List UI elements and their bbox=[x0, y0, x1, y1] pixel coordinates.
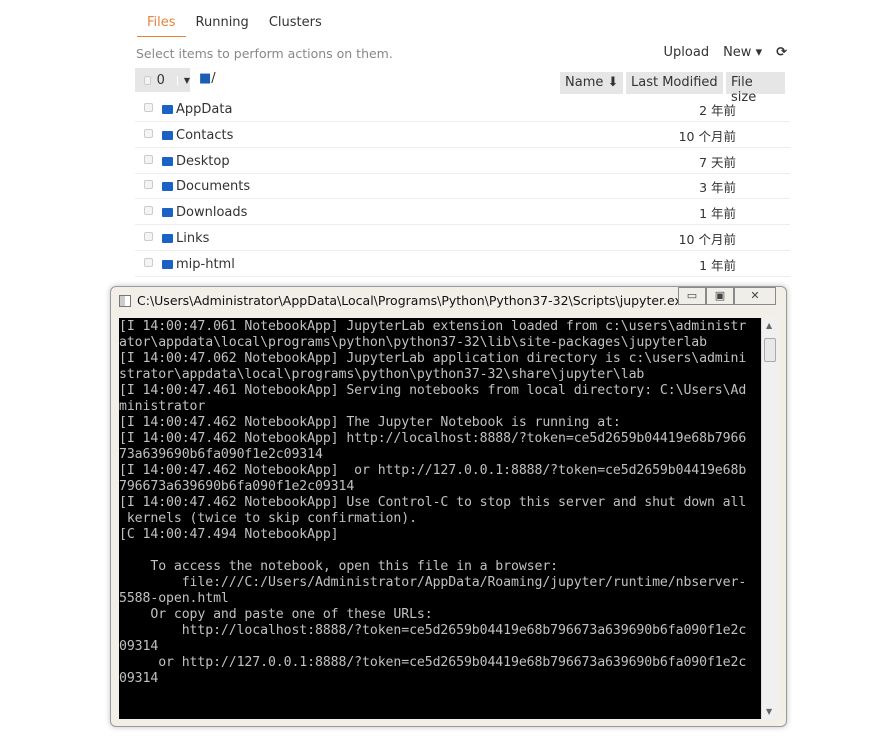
file-name-link[interactable]: AppData bbox=[176, 102, 232, 117]
folder-icon bbox=[162, 156, 173, 166]
row-checkbox[interactable] bbox=[144, 232, 153, 241]
last-modified: 10 个月前 bbox=[678, 232, 736, 247]
caret-down-icon[interactable]: ▼ bbox=[176, 75, 190, 85]
console-title: C:\Users\Administrator\AppData\Local\Pro… bbox=[137, 293, 690, 308]
select-all-dropdown[interactable]: 0 ▼ bbox=[135, 68, 190, 92]
scroll-thumb[interactable] bbox=[764, 338, 776, 362]
row-checkbox[interactable] bbox=[144, 206, 153, 216]
row-checkbox[interactable] bbox=[144, 103, 153, 112]
console-scrollbar[interactable]: ▲ ▼ bbox=[761, 318, 778, 719]
breadcrumb-root[interactable]: / bbox=[211, 71, 215, 86]
file-name-link[interactable]: mip-html bbox=[176, 257, 235, 272]
breadcrumb[interactable]: ■/ bbox=[199, 71, 216, 86]
folder-icon: ■ bbox=[199, 71, 212, 86]
file-name-link[interactable]: Links bbox=[176, 231, 209, 246]
refresh-icon[interactable]: ⟳ bbox=[776, 45, 787, 60]
minimize-button[interactable]: ▭ bbox=[678, 287, 706, 305]
file-name-link[interactable]: Downloads bbox=[176, 205, 247, 220]
last-modified: 1 年前 bbox=[699, 206, 736, 222]
row-checkbox[interactable] bbox=[144, 128, 153, 138]
selected-count: 0 bbox=[156, 72, 165, 88]
folder-icon bbox=[162, 130, 173, 140]
console-window: C:\Users\Administrator\AppData\Local\Pro… bbox=[110, 286, 787, 727]
folder-icon bbox=[162, 182, 173, 192]
tab-running[interactable]: Running bbox=[186, 8, 259, 37]
last-modified: 1 年前 bbox=[699, 257, 736, 273]
last-modified: 3 年前 bbox=[699, 180, 736, 196]
select-all-checkbox[interactable] bbox=[144, 75, 151, 85]
tab-clusters[interactable]: Clusters bbox=[259, 8, 332, 37]
tab-files[interactable]: Files bbox=[137, 8, 186, 37]
list-toolbar: 0 ▼ ■/ Name ⬇ Last Modified File size bbox=[135, 68, 785, 105]
last-modified: 10 个月前 bbox=[678, 128, 736, 144]
console-titlebar[interactable]: C:\Users\Administrator\AppData\Local\Pro… bbox=[119, 293, 689, 308]
file-row[interactable]: AppData 2 年前 bbox=[135, 96, 790, 122]
file-row[interactable]: Desktop 7 天前 bbox=[135, 148, 790, 174]
file-row[interactable]: Links 10 个月前 bbox=[135, 225, 790, 251]
row-checkbox[interactable] bbox=[144, 180, 153, 190]
scroll-down-arrow-icon[interactable]: ▼ bbox=[766, 707, 772, 716]
file-row[interactable]: mip-html 1 年前 bbox=[135, 251, 790, 277]
folder-icon bbox=[162, 259, 173, 269]
folder-icon bbox=[162, 208, 173, 218]
folder-icon bbox=[162, 105, 173, 114]
row-checkbox[interactable] bbox=[144, 257, 153, 267]
last-modified: 7 天前 bbox=[699, 154, 736, 170]
row-checkbox[interactable] bbox=[144, 154, 153, 164]
selection-hint: Select items to perform actions on them. bbox=[136, 46, 393, 61]
close-button[interactable]: ✕ bbox=[734, 287, 776, 305]
upload-button[interactable]: Upload bbox=[664, 45, 710, 60]
window-controls: ▭ ▣ ✕ bbox=[678, 287, 776, 305]
tab-bar: Files Running Clusters bbox=[137, 8, 332, 37]
sort-size-button[interactable]: File size bbox=[726, 72, 785, 105]
folder-icon bbox=[162, 234, 173, 243]
file-actions: Upload New ▾ ⟳ bbox=[664, 45, 787, 60]
sort-modified-button[interactable]: Last Modified bbox=[626, 72, 723, 94]
console-app-icon bbox=[119, 294, 131, 307]
file-row[interactable]: Documents 3 年前 bbox=[135, 173, 790, 200]
maximize-button[interactable]: ▣ bbox=[706, 287, 734, 305]
file-name-link[interactable]: Desktop bbox=[176, 154, 230, 169]
file-name-link[interactable]: Contacts bbox=[176, 128, 233, 143]
file-row[interactable]: Downloads 1 年前 bbox=[135, 199, 790, 226]
sort-name-button[interactable]: Name ⬇ bbox=[560, 72, 624, 94]
file-name-link[interactable]: Documents bbox=[176, 179, 250, 194]
file-row[interactable]: Contacts 10 个月前 bbox=[135, 122, 790, 148]
scroll-up-arrow-icon[interactable]: ▲ bbox=[766, 321, 772, 330]
console-output[interactable]: [I 14:00:47.061 NotebookApp] JupyterLab … bbox=[119, 318, 761, 719]
new-dropdown[interactable]: New ▾ bbox=[723, 45, 762, 60]
last-modified: 2 年前 bbox=[699, 103, 736, 118]
